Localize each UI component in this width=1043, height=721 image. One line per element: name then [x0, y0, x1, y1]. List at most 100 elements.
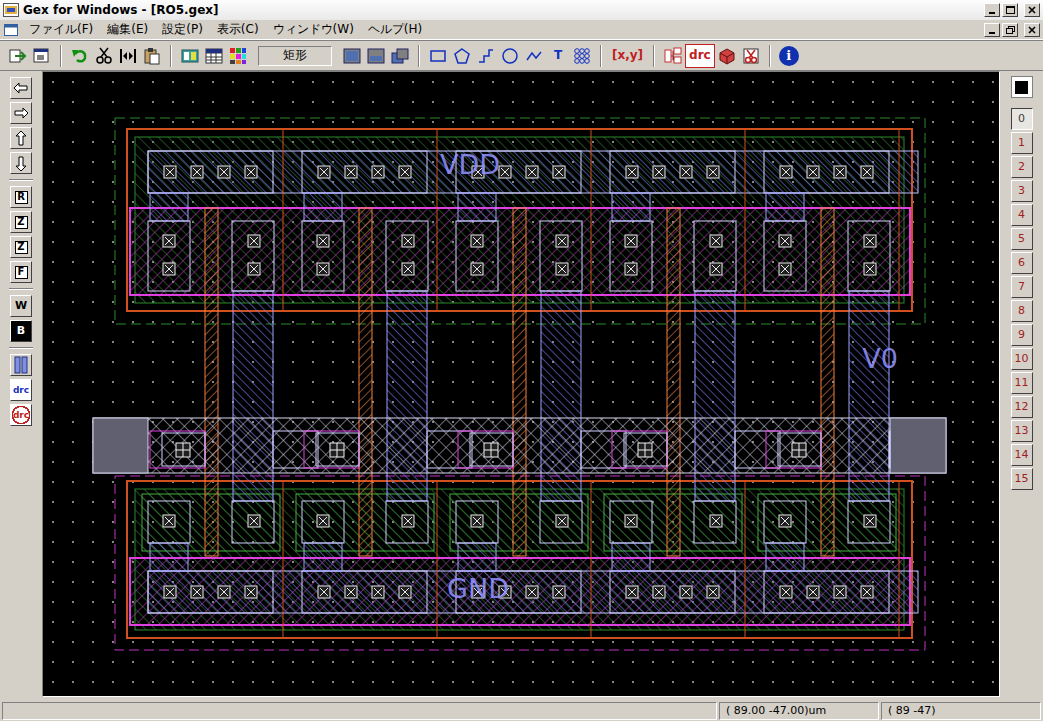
toolbar: 矩形T[x,y]drci: [0, 40, 1043, 71]
maximize-button[interactable]: [1002, 3, 1018, 17]
menu-item[interactable]: 設定(P): [156, 21, 209, 37]
layer-button[interactable]: 9: [1011, 324, 1033, 346]
close-icon: [1028, 26, 1036, 34]
layer-button[interactable]: 2: [1011, 156, 1033, 178]
toolbar-separator: [9, 179, 33, 181]
mirror-icon: [119, 47, 137, 65]
layer-button[interactable]: 0: [1011, 108, 1033, 130]
layer-button[interactable]: 10: [1011, 348, 1033, 370]
tool-label: Z: [15, 241, 28, 254]
child-restore-button[interactable]: [1002, 23, 1018, 37]
layer-button[interactable]: 1: [1011, 132, 1033, 154]
coordinate-button[interactable]: [x,y]: [608, 44, 647, 68]
menu-item[interactable]: ファイル(F): [23, 21, 99, 37]
main-area: RZZFWBdrcdrcVDDV0GND01234567891011121314…: [0, 71, 1043, 700]
layer-number: 0: [1018, 112, 1025, 125]
layer-button[interactable]: 3: [1011, 180, 1033, 202]
app-window: Gex for Windows - [RO5.gex] ファイル(F)編集(E)設…: [0, 0, 1043, 721]
cut-red-button[interactable]: [739, 44, 763, 68]
document-icon: [3, 23, 19, 37]
menu-item[interactable]: ウィンドウ(W): [267, 21, 360, 37]
layer-number: 12: [1015, 400, 1029, 413]
arrow-left-icon: [12, 80, 30, 97]
about-button[interactable]: i: [777, 44, 801, 68]
layer-button[interactable]: 6: [1011, 252, 1033, 274]
layer-button[interactable]: 12: [1011, 396, 1033, 418]
library-button[interactable]: [178, 44, 202, 68]
mirror-button[interactable]: [116, 44, 140, 68]
restore-icon: [1006, 26, 1015, 34]
path-tool[interactable]: [474, 44, 498, 68]
layer-number: 7: [1018, 280, 1025, 293]
mode-button[interactable]: B: [10, 320, 32, 342]
columns-button[interactable]: [10, 354, 32, 376]
window-title: Gex for Windows - [RO5.gex]: [23, 3, 219, 17]
layout-a-button[interactable]: [340, 44, 364, 68]
line-tool[interactable]: [522, 44, 546, 68]
caption-buttons: [984, 3, 1040, 17]
3d-view-button[interactable]: [715, 44, 739, 68]
layer-button[interactable]: 8: [1011, 300, 1033, 322]
mode-button[interactable]: W: [10, 295, 32, 317]
drc-button[interactable]: drc: [685, 44, 715, 68]
layer-button[interactable]: 11: [1011, 372, 1033, 394]
menu-item[interactable]: 編集(E): [101, 21, 154, 37]
menu-item[interactable]: ヘルプ(H): [362, 21, 428, 37]
arrow-right-icon: [12, 105, 30, 122]
tool-label: F: [15, 266, 28, 279]
undo-button[interactable]: [68, 44, 92, 68]
layer-button[interactable]: 15: [1011, 468, 1033, 490]
net-label: GND: [447, 573, 509, 604]
layer-button[interactable]: 14: [1011, 444, 1033, 466]
close-button[interactable]: [1024, 3, 1040, 17]
window-button[interactable]: [30, 44, 54, 68]
mode-button[interactable]: F: [10, 261, 32, 283]
toolbar-separator: [9, 288, 33, 290]
pan-left-button[interactable]: [10, 77, 32, 99]
hierarchy-icon: [664, 47, 682, 65]
layer-number: 15: [1015, 472, 1029, 485]
child-close-button[interactable]: [1024, 23, 1040, 37]
mode-button[interactable]: Z: [10, 236, 32, 258]
polyline-icon: [525, 47, 543, 65]
drc-toggle-button[interactable]: drc: [10, 379, 32, 401]
menu-item[interactable]: 表示(C): [211, 21, 265, 37]
polygon-tool[interactable]: [450, 44, 474, 68]
child-minimize-button[interactable]: [984, 23, 1000, 37]
cut-button[interactable]: [92, 44, 116, 68]
palette-button[interactable]: [226, 44, 250, 68]
pan-up-button[interactable]: [10, 127, 32, 149]
export-button[interactable]: [6, 44, 30, 68]
layer-button[interactable]: 13: [1011, 420, 1033, 442]
app-icon: [3, 3, 19, 17]
toolbar-separator: [9, 347, 33, 349]
hierarchy-button[interactable]: [661, 44, 685, 68]
layer-number: 9: [1018, 328, 1025, 341]
paste-button[interactable]: [140, 44, 164, 68]
mode-button[interactable]: Z: [10, 211, 32, 233]
layer-button[interactable]: 4: [1011, 204, 1033, 226]
tool-label: W: [15, 299, 27, 312]
layer-button[interactable]: 7: [1011, 276, 1033, 298]
tool-label: drc: [13, 410, 29, 421]
pan-down-button[interactable]: [10, 152, 32, 174]
mode-button[interactable]: R: [10, 186, 32, 208]
status-coordinate-um: ( 89.00 -47.00)um: [719, 702, 879, 720]
layout-canvas[interactable]: VDDV0GND: [42, 71, 1000, 697]
drc-toggle-button[interactable]: drc: [10, 404, 32, 426]
cube-icon: [718, 47, 736, 65]
text-tool[interactable]: T: [546, 44, 570, 68]
left-toolbar: RZZFWBdrcdrc: [0, 71, 42, 700]
layout-b-button[interactable]: [364, 44, 388, 68]
table-button[interactable]: [202, 44, 226, 68]
current-color-swatch[interactable]: [1011, 76, 1033, 98]
rectangle-tool[interactable]: [426, 44, 450, 68]
layout-c-button[interactable]: [388, 44, 412, 68]
book-icon: [181, 47, 199, 65]
pan-right-button[interactable]: [10, 102, 32, 124]
columns-icon: [13, 356, 29, 374]
circle-tool[interactable]: [498, 44, 522, 68]
array-tool[interactable]: [570, 44, 594, 68]
layer-button[interactable]: 5: [1011, 228, 1033, 250]
minimize-button[interactable]: [984, 3, 1000, 17]
